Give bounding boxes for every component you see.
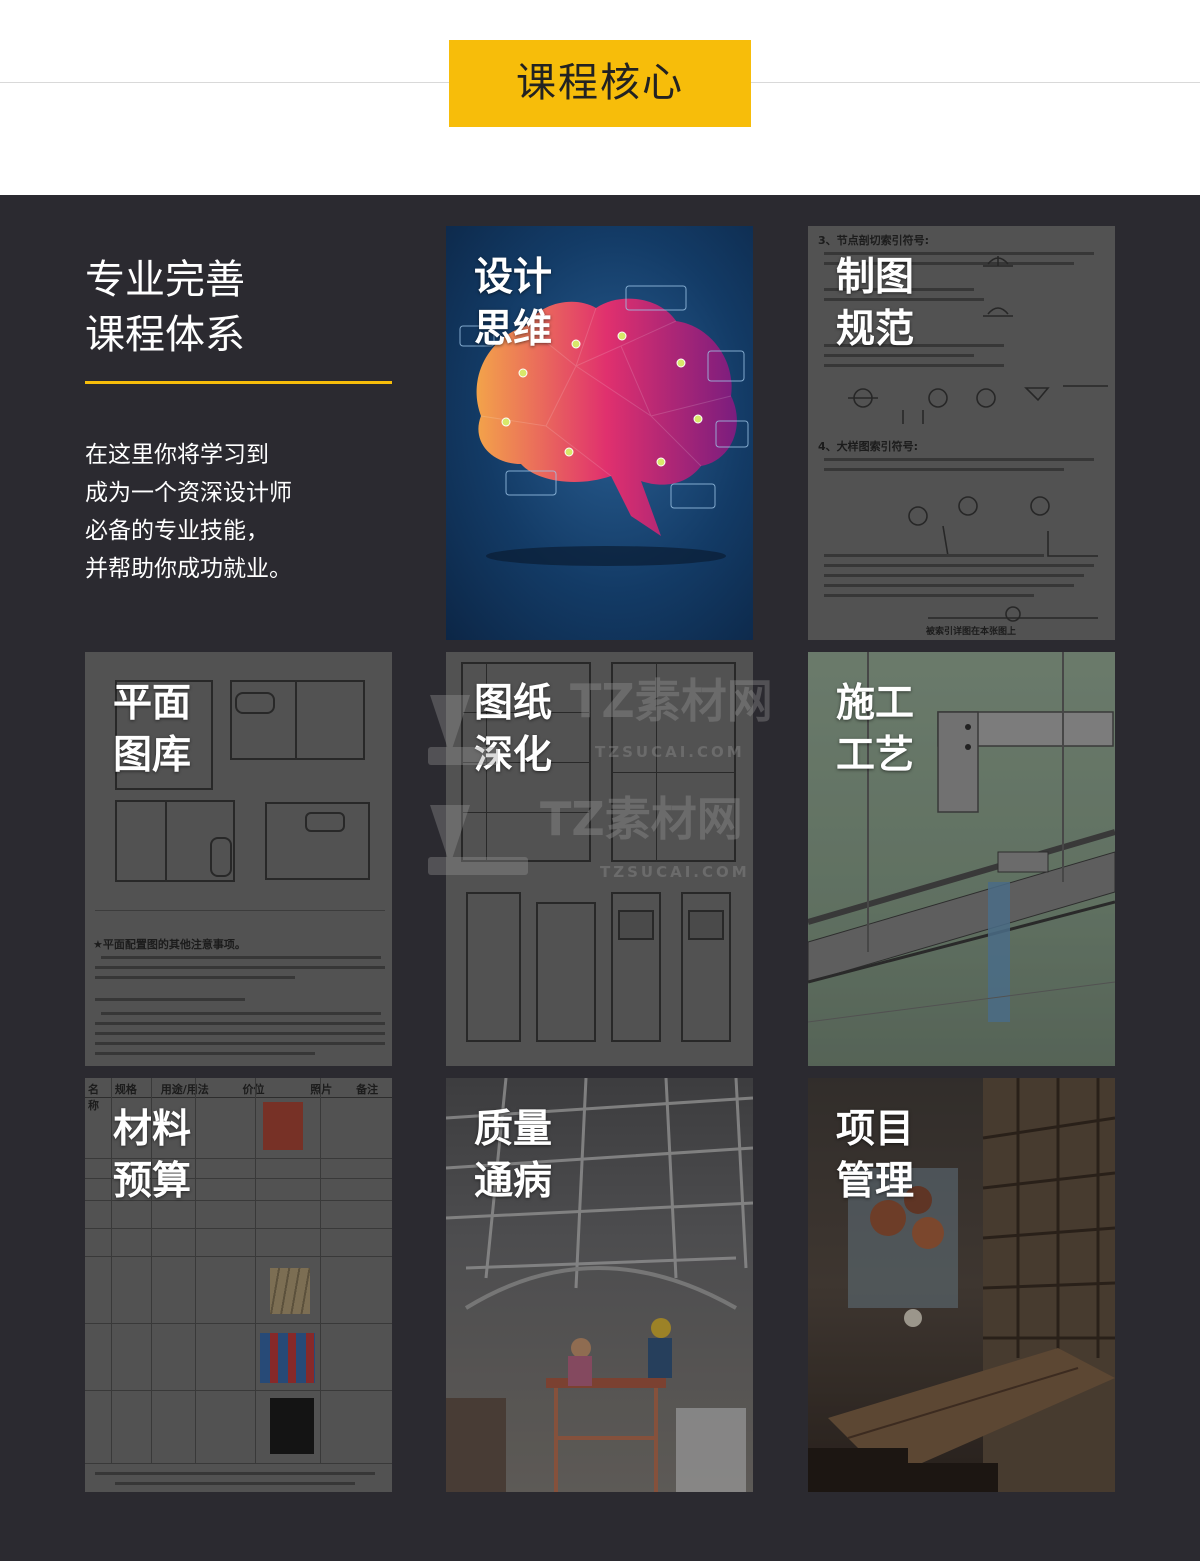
intro-block: 专业完善 课程体系 在这里你将学习到 成为一个资深设计师 必备的专业技能， 并帮… (85, 253, 395, 588)
header-section: 课程核心 (0, 0, 1200, 195)
intro-heading: 专业完善 课程体系 (85, 257, 245, 358)
intro-description: 在这里你将学习到 成为一个资深设计师 必备的专业技能， 并帮助你成功就业。 (85, 442, 292, 582)
card-project-management[interactable]: 项目 管理 (808, 1078, 1115, 1492)
card-material-budget[interactable]: 名称 规格 用途/用法 价位 照片 备注 材料 预算 (85, 1078, 392, 1492)
card-title: 施工 工艺 (836, 681, 915, 778)
card-title: 平面 图库 (113, 681, 192, 778)
card-quality-issues[interactable]: 质量 通病 (446, 1078, 753, 1492)
card-title: 材料 预算 (113, 1107, 192, 1204)
card-drawing-detailing[interactable]: 图纸 深化 (446, 652, 753, 1066)
course-panel: 专业完善 课程体系 在这里你将学习到 成为一个资深设计师 必备的专业技能， 并帮… (0, 195, 1200, 1561)
section-badge: 课程核心 (449, 40, 751, 127)
card-title: 项目 管理 (836, 1107, 915, 1204)
card-title: 质量 通病 (474, 1107, 553, 1204)
card-drawing-standards[interactable]: 3、节点剖切索引符号: 4、大样图索引符号: 被索引详图在本张图上 制图 规范 (808, 226, 1115, 640)
card-design-thinking[interactable]: 设计 思维 (446, 226, 753, 640)
card-title: 制图 规范 (836, 255, 915, 352)
card-floor-plans[interactable]: ★平面配置图的其他注意事项。 平面 图库 (85, 652, 392, 1066)
intro-underline (85, 381, 392, 384)
card-title: 设计 思维 (474, 255, 553, 352)
card-title: 图纸 深化 (474, 681, 553, 778)
card-construction-process[interactable]: 施工 工艺 (808, 652, 1115, 1066)
